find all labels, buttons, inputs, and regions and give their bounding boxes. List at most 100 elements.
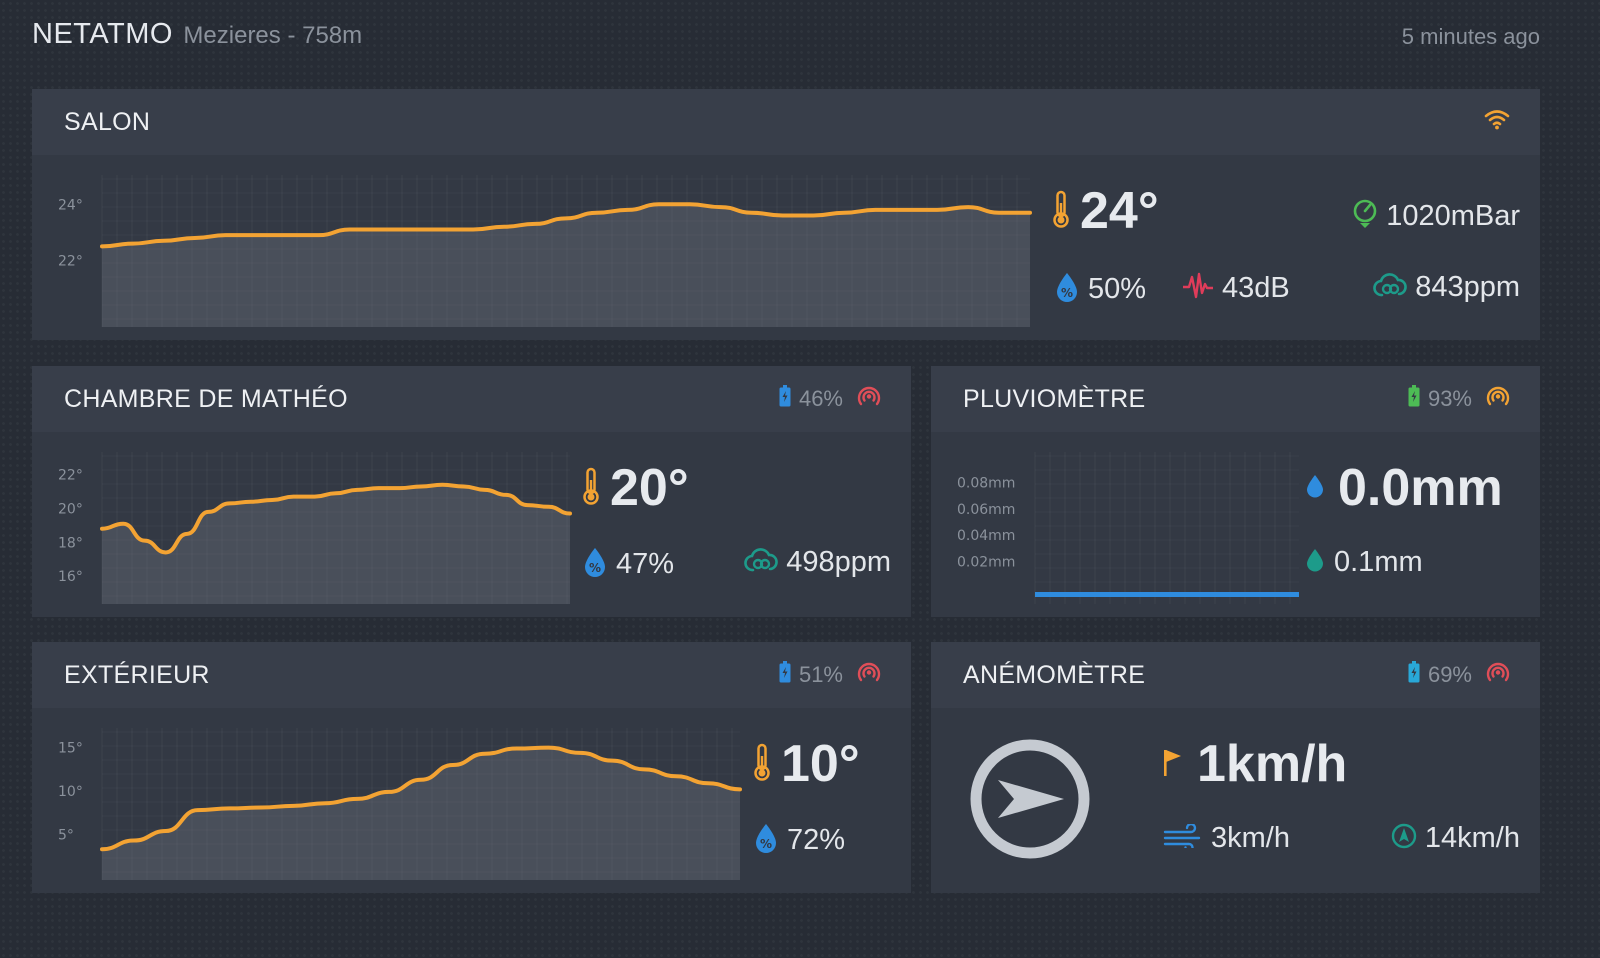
humidity-drop-icon: % bbox=[753, 822, 779, 859]
card-exterieur: EXTÉRIEUR 51% 15° 10° 5° 10° % 72% bbox=[32, 642, 911, 893]
thermometer-icon bbox=[582, 466, 600, 511]
y-tick-label: 0.02mm bbox=[957, 555, 1015, 571]
card-header: SALON bbox=[32, 89, 1540, 155]
wind-direction-compass-icon bbox=[967, 736, 1093, 867]
y-tick-label: 0.06mm bbox=[957, 502, 1015, 518]
flag-icon bbox=[1161, 746, 1183, 783]
pressure-value: 1020mBar bbox=[1386, 200, 1520, 232]
y-tick-label: 24° bbox=[58, 197, 83, 213]
thermometer-icon bbox=[1052, 189, 1070, 234]
svg-text:%: % bbox=[589, 561, 601, 575]
salon-co2: 843ppm bbox=[1373, 271, 1520, 304]
card-header: ANÉMOMÈTRE 69% bbox=[931, 642, 1540, 708]
radio-signal-icon bbox=[857, 385, 881, 413]
temperature-value: 10° bbox=[781, 735, 860, 793]
humidity-drop-icon: % bbox=[1054, 271, 1080, 308]
co2-cloud-icon bbox=[744, 546, 778, 579]
chambre-temperature: 20° bbox=[582, 458, 689, 518]
salon-humidity: % 50% bbox=[1054, 271, 1146, 308]
battery-level: 46% bbox=[798, 386, 843, 411]
rain-drop-icon bbox=[1306, 474, 1324, 503]
chart-chambre: 22° 20° 18° 16° bbox=[58, 452, 572, 604]
gust-value: 14km/h bbox=[1424, 822, 1520, 854]
page-header: NETATMO Mezieres - 758m 5 minutes ago bbox=[32, 18, 1540, 58]
y-tick-label: 16° bbox=[58, 569, 83, 585]
y-tick-label: 0.04mm bbox=[957, 528, 1015, 544]
card-pluviometre: PLUVIOMÈTRE 93% 0.08mm 0.06mm 0.04mm 0.02mm… bbox=[931, 366, 1540, 617]
battery-level: 93% bbox=[1427, 386, 1472, 411]
chambre-co2: 498ppm bbox=[744, 546, 891, 579]
humidity-value: 47% bbox=[616, 548, 675, 580]
card-title: PLUVIOMÈTRE bbox=[963, 384, 1146, 413]
card-title: CHAMBRE DE MATHÉO bbox=[64, 384, 348, 413]
card-title: ANÉMOMÈTRE bbox=[963, 660, 1146, 689]
wind-average: 3km/h bbox=[1163, 822, 1290, 855]
radio-signal-icon bbox=[857, 661, 881, 689]
rain-drop-icon bbox=[1306, 548, 1324, 577]
card-title: EXTÉRIEUR bbox=[64, 660, 210, 689]
y-tick-label: 0.08mm bbox=[957, 475, 1015, 491]
y-tick-label: 18° bbox=[58, 535, 83, 551]
noise-value: 43dB bbox=[1222, 272, 1290, 304]
y-tick-label: 15° bbox=[58, 741, 83, 757]
y-tick-label: 20° bbox=[58, 501, 83, 517]
battery-icon bbox=[1408, 661, 1420, 689]
co2-cloud-icon bbox=[1373, 271, 1407, 304]
rain-total: 0.1mm bbox=[1306, 546, 1423, 579]
wind-icon bbox=[1163, 822, 1203, 853]
gust-icon bbox=[1391, 823, 1417, 854]
salon-temperature: 24° bbox=[1052, 181, 1159, 241]
wind-average-value: 3km/h bbox=[1211, 822, 1290, 854]
humidity-value: 72% bbox=[787, 824, 846, 856]
battery-icon bbox=[779, 385, 791, 413]
wind-speed: 1km/h bbox=[1161, 734, 1347, 794]
chambre-humidity: % 47% bbox=[582, 546, 674, 583]
gauge-icon bbox=[1352, 199, 1378, 234]
humidity-value: 50% bbox=[1088, 273, 1147, 305]
card-anemometre: ANÉMOMÈTRE 69% 1km/h 3km/h 14km/h bbox=[931, 642, 1540, 893]
chart-pluviometre: 0.08mm 0.06mm 0.04mm 0.02mm bbox=[957, 452, 1299, 604]
wind-gust: 14km/h bbox=[1391, 822, 1520, 855]
y-tick-label: 22° bbox=[58, 253, 83, 269]
station-location: Mezieres - 758m bbox=[183, 22, 363, 49]
salon-pressure: 1020mBar bbox=[1352, 199, 1520, 234]
humidity-drop-icon: % bbox=[582, 546, 608, 583]
wifi-icon bbox=[1484, 108, 1510, 136]
series-area bbox=[102, 204, 1030, 327]
thermometer-icon bbox=[753, 742, 771, 787]
y-tick-label: 5° bbox=[58, 827, 74, 843]
radio-signal-icon bbox=[1486, 385, 1510, 413]
battery-level: 51% bbox=[798, 662, 843, 687]
salon-noise: 43dB bbox=[1182, 271, 1290, 306]
battery-icon bbox=[1408, 385, 1420, 413]
y-tick-label: 10° bbox=[58, 784, 83, 800]
card-header: PLUVIOMÈTRE 93% bbox=[931, 366, 1540, 432]
rain-total-value: 0.1mm bbox=[1334, 546, 1423, 578]
co2-value: 498ppm bbox=[786, 546, 891, 578]
temperature-value: 20° bbox=[610, 459, 689, 517]
battery-icon bbox=[779, 661, 791, 689]
card-salon: SALON 24° 22° 24° 1020mBar % 50% 43dB 84… bbox=[32, 89, 1540, 340]
rain-current: 0.0mm bbox=[1306, 458, 1503, 518]
temperature-value: 24° bbox=[1080, 182, 1159, 240]
series-area bbox=[102, 484, 570, 604]
wind-speed-value: 1km/h bbox=[1197, 735, 1348, 793]
battery-level: 69% bbox=[1427, 662, 1472, 687]
y-tick-label: 22° bbox=[58, 468, 83, 484]
svg-text:%: % bbox=[1061, 286, 1073, 300]
card-header: EXTÉRIEUR 51% bbox=[32, 642, 911, 708]
card-title: SALON bbox=[64, 107, 151, 136]
grid bbox=[1034, 452, 1291, 604]
card-chambre: CHAMBRE DE MATHÉO 46% 22° 20° 18° 16° 20° %… bbox=[32, 366, 911, 617]
exterieur-temperature: 10° bbox=[753, 734, 860, 794]
rain-series-bar bbox=[1035, 592, 1299, 597]
last-updated: 5 minutes ago bbox=[1401, 24, 1540, 49]
exterieur-humidity: % 72% bbox=[753, 822, 845, 859]
chart-salon: 24° 22° bbox=[58, 175, 1032, 327]
brand-title: NETATMO bbox=[32, 18, 173, 50]
rain-now-value: 0.0mm bbox=[1338, 459, 1503, 517]
radio-signal-icon bbox=[1486, 661, 1510, 689]
noise-wave-icon bbox=[1182, 271, 1214, 306]
co2-value: 843ppm bbox=[1415, 271, 1520, 303]
card-header: CHAMBRE DE MATHÉO 46% bbox=[32, 366, 911, 432]
